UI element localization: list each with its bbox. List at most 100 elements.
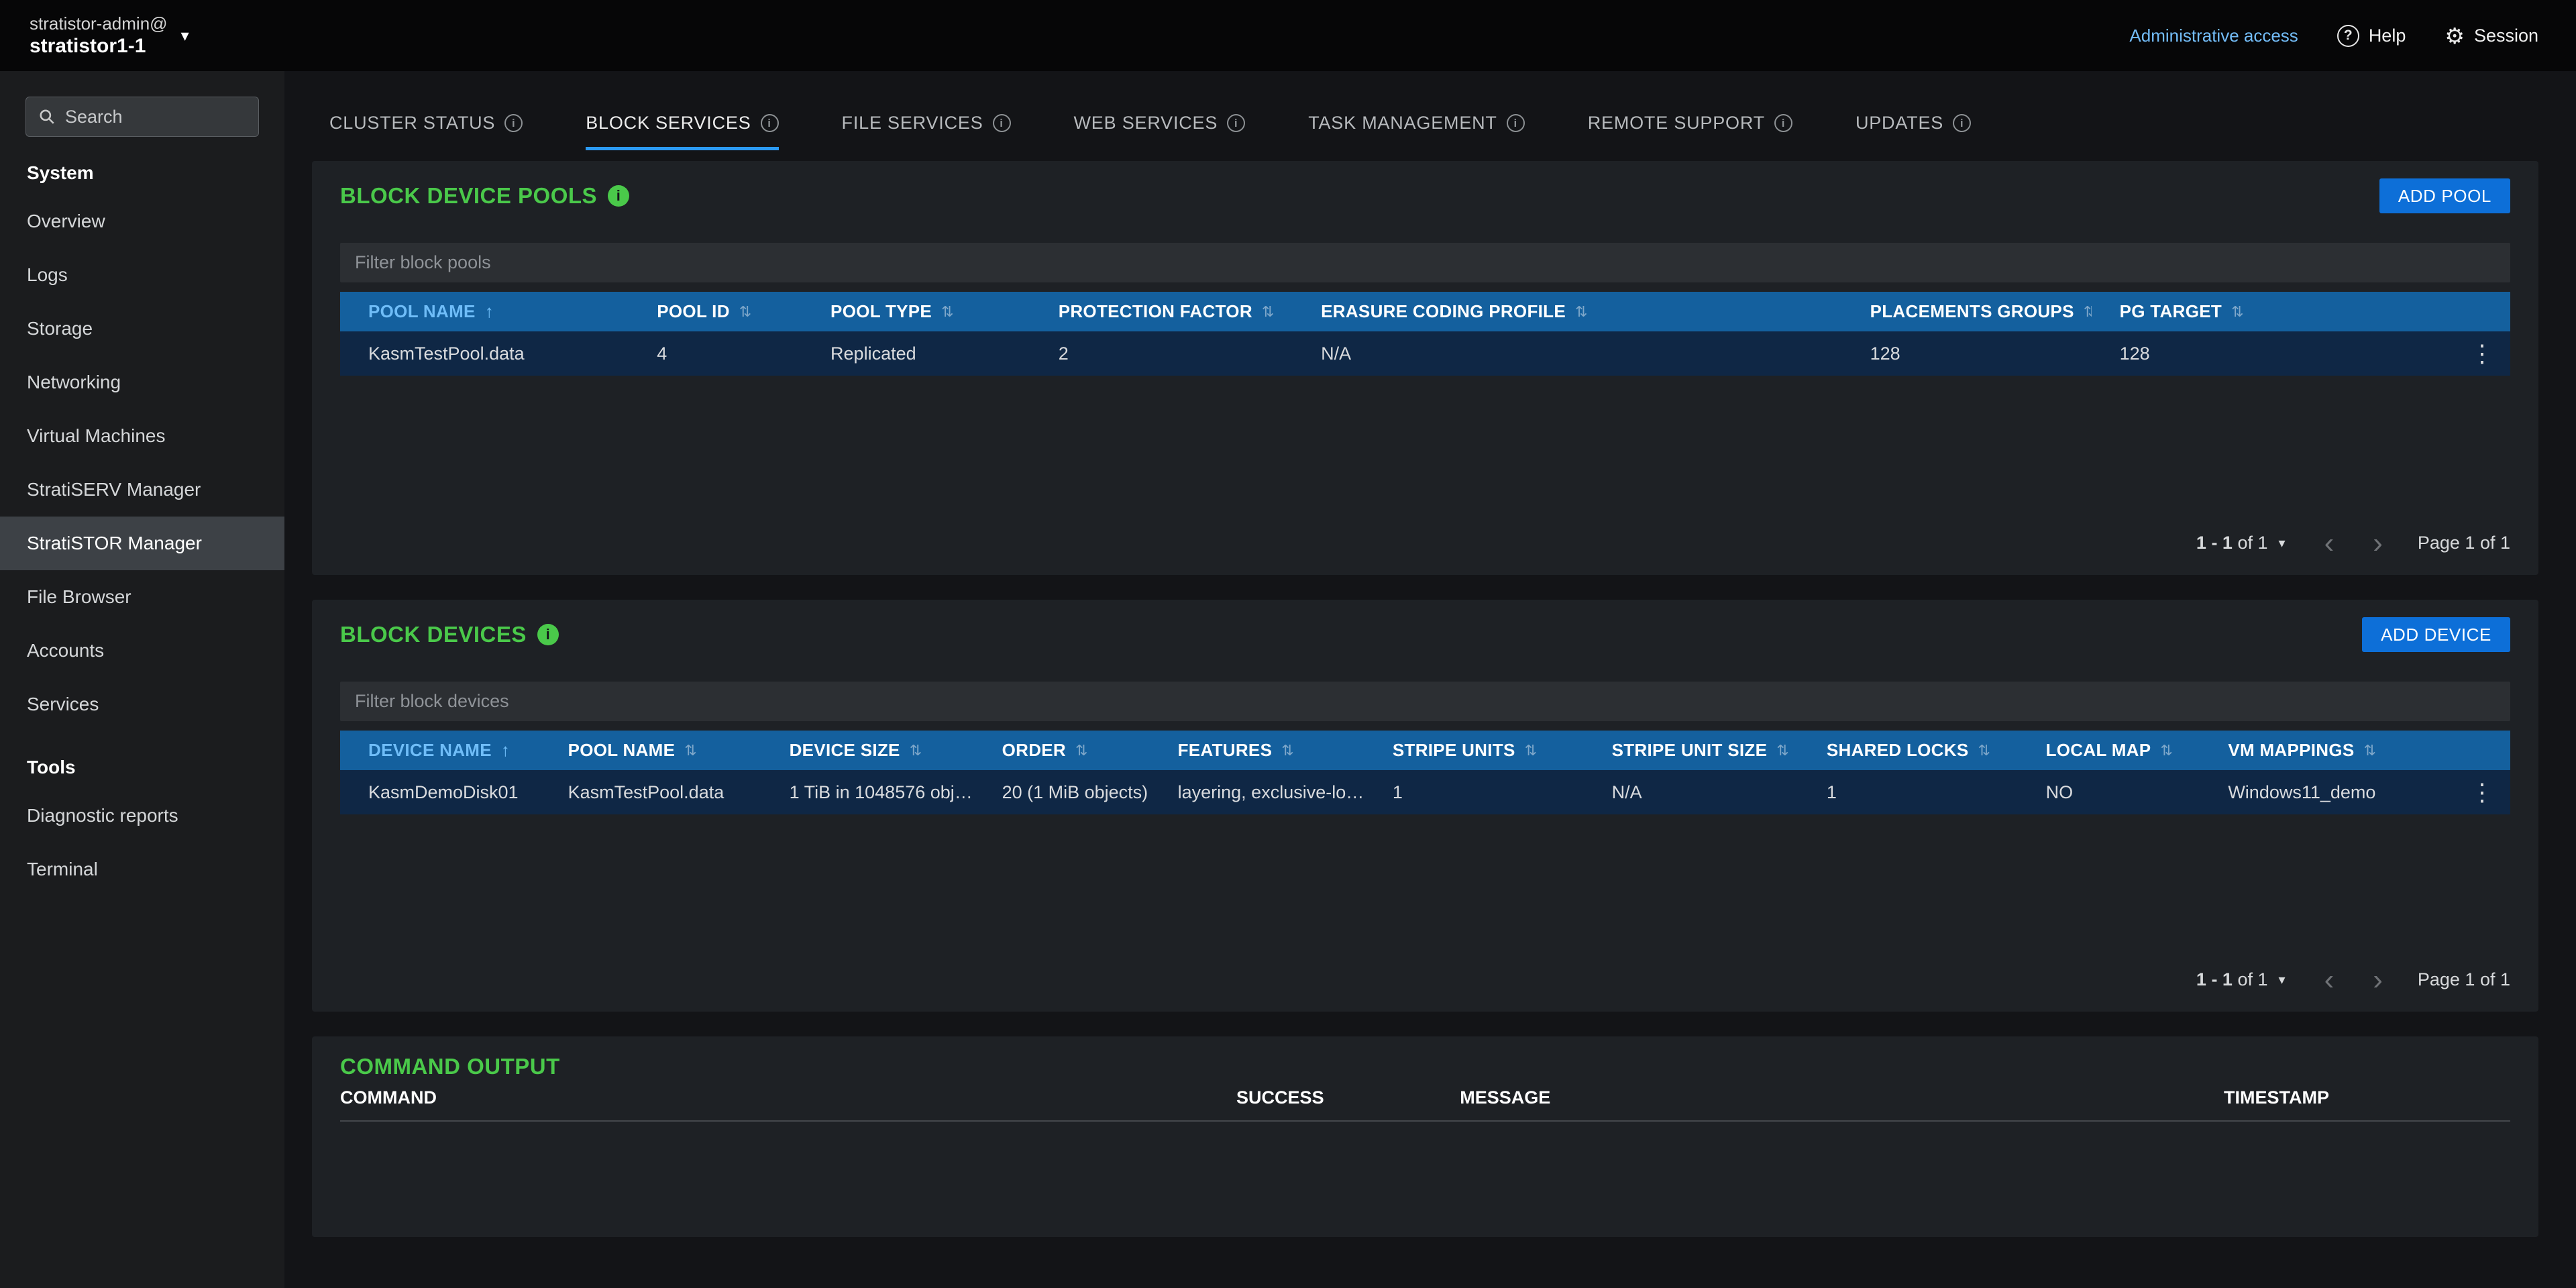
- tab-file-services[interactable]: FILE SERVICES i: [842, 113, 1011, 150]
- sidebar-item-logs[interactable]: Logs: [0, 248, 284, 302]
- column-placements-groups[interactable]: PLACEMENTS GROUPS ⇅: [1842, 301, 2092, 322]
- info-icon[interactable]: i: [608, 185, 629, 207]
- command-output-empty-body: [340, 1122, 2510, 1220]
- tab-updates[interactable]: UPDATES i: [1856, 113, 1971, 150]
- column-pool-name[interactable]: POOL NAME ↑: [340, 301, 629, 322]
- next-page-icon[interactable]: ›: [2373, 537, 2383, 550]
- tab-cluster-status[interactable]: CLUSTER STATUS i: [329, 113, 523, 150]
- cell-device-size: 1 TiB in 1048576 objects: [761, 782, 974, 803]
- cell-device-name: KasmDemoDisk01: [340, 782, 540, 803]
- session-menu[interactable]: ⚙ Session: [2445, 25, 2538, 47]
- previous-page-icon[interactable]: ‹: [2324, 537, 2334, 550]
- sidebar-item-services[interactable]: Services: [0, 678, 284, 731]
- previous-page-icon[interactable]: ‹: [2324, 973, 2334, 987]
- chevron-down-icon[interactable]: ▾: [2279, 535, 2286, 551]
- sidebar-search[interactable]: [25, 97, 259, 137]
- sidebar-item-networking[interactable]: Networking: [0, 356, 284, 409]
- pagination-range[interactable]: 1 - 1 of 1: [2196, 969, 2268, 990]
- sort-icon: ⇅: [684, 742, 697, 759]
- info-icon: i: [1227, 114, 1245, 132]
- row-kebab-menu-icon[interactable]: ⋮: [2454, 780, 2510, 804]
- info-icon: i: [1774, 114, 1792, 132]
- column-stripe-units[interactable]: STRIPE UNITS ⇅: [1364, 740, 1584, 761]
- sidebar: System Overview Logs Storage Networking …: [0, 71, 284, 1288]
- cell-local-map: NO: [2018, 782, 2200, 803]
- host-switcher[interactable]: stratistor-admin@ stratistor1-1 ▾: [30, 13, 189, 58]
- help-icon: ?: [2337, 25, 2359, 47]
- sidebar-item-virtual-machines[interactable]: Virtual Machines: [0, 409, 284, 463]
- column-pool-type[interactable]: POOL TYPE ⇅: [802, 301, 1030, 322]
- column-features[interactable]: FEATURES ⇅: [1150, 740, 1364, 761]
- column-local-map[interactable]: LOCAL MAP ⇅: [2018, 740, 2200, 761]
- tab-label: FILE SERVICES: [842, 113, 983, 133]
- sort-icon: ⇅: [1525, 742, 1538, 759]
- sort-icon: ⇅: [2160, 742, 2173, 759]
- pool-table-row[interactable]: KasmTestPool.data 4 Replicated 2 N/A 128…: [340, 331, 2510, 376]
- masthead: stratistor-admin@ stratistor1-1 ▾ Admini…: [0, 0, 2576, 71]
- sidebar-item-stratistor-manager[interactable]: StratiSTOR Manager: [0, 517, 284, 570]
- column-label: POOL NAME: [368, 301, 476, 322]
- column-shared-locks[interactable]: SHARED LOCKS ⇅: [1799, 740, 2018, 761]
- pools-panel-title: BLOCK DEVICE POOLS i: [340, 183, 629, 209]
- sidebar-item-overview[interactable]: Overview: [0, 195, 284, 248]
- chevron-down-icon: ▾: [181, 26, 189, 46]
- search-input[interactable]: [65, 107, 246, 127]
- pagination-range[interactable]: 1 - 1 of 1: [2196, 533, 2268, 553]
- sidebar-item-file-browser[interactable]: File Browser: [0, 570, 284, 624]
- sort-icon: ⇅: [1776, 742, 1789, 759]
- row-kebab-menu-icon[interactable]: ⋮: [2454, 341, 2510, 366]
- column-device-size[interactable]: DEVICE SIZE ⇅: [761, 740, 974, 761]
- cell-stripe-unit-size: N/A: [1584, 782, 1799, 803]
- sidebar-item-accounts[interactable]: Accounts: [0, 624, 284, 678]
- tab-bar: CLUSTER STATUS i BLOCK SERVICES i FILE S…: [312, 113, 2538, 150]
- column-pg-target[interactable]: PG TARGET ⇅: [2092, 301, 2454, 322]
- add-pool-button[interactable]: ADD POOL: [2379, 178, 2510, 213]
- tab-remote-support[interactable]: REMOTE SUPPORT i: [1588, 113, 1792, 150]
- column-pool-name[interactable]: POOL NAME ⇅: [540, 740, 761, 761]
- sort-ascending-icon: ↑: [485, 301, 494, 322]
- tab-block-services[interactable]: BLOCK SERVICES i: [586, 113, 778, 150]
- sidebar-item-terminal[interactable]: Terminal: [0, 843, 284, 896]
- chevron-down-icon[interactable]: ▾: [2279, 971, 2286, 988]
- info-icon: i: [1953, 114, 1971, 132]
- column-label: DEVICE NAME: [368, 740, 492, 761]
- tab-web-services[interactable]: WEB SERVICES i: [1074, 113, 1246, 150]
- cell-pool-type: Replicated: [802, 343, 1030, 364]
- pools-table-header: POOL NAME ↑ POOL ID ⇅ POOL TYPE ⇅ PROTEC…: [340, 292, 2510, 331]
- column-pool-id[interactable]: POOL ID ⇅: [629, 301, 802, 322]
- column-vm-mappings[interactable]: VM MAPPINGS ⇅: [2200, 740, 2454, 761]
- administrative-access-link[interactable]: Administrative access: [2129, 25, 2298, 46]
- tab-task-management[interactable]: TASK MANAGEMENT i: [1308, 113, 1525, 150]
- next-page-icon[interactable]: ›: [2373, 973, 2383, 987]
- column-label: SHARED LOCKS: [1827, 740, 1969, 761]
- gear-icon: ⚙: [2445, 25, 2465, 47]
- devices-table-header: DEVICE NAME ↑ POOL NAME ⇅ DEVICE SIZE ⇅ …: [340, 731, 2510, 770]
- devices-filter-input[interactable]: [340, 682, 2510, 721]
- cell-vm-mappings: Windows11_demo: [2200, 782, 2454, 803]
- sort-icon: ⇅: [1978, 742, 1990, 759]
- pagination-page-label: Page 1 of 1: [2418, 533, 2510, 553]
- sidebar-item-storage[interactable]: Storage: [0, 302, 284, 356]
- sort-icon: ⇅: [2364, 742, 2377, 759]
- column-label: PG TARGET: [2120, 301, 2222, 322]
- add-device-button[interactable]: ADD DEVICE: [2362, 617, 2510, 652]
- sort-icon: ⇅: [1575, 303, 1588, 321]
- cell-pool-name: KasmTestPool.data: [340, 343, 629, 364]
- pools-filter-input[interactable]: [340, 243, 2510, 282]
- column-stripe-unit-size[interactable]: STRIPE UNIT SIZE ⇅: [1584, 740, 1799, 761]
- column-label: POOL TYPE: [830, 301, 932, 322]
- column-protection-factor[interactable]: PROTECTION FACTOR ⇅: [1030, 301, 1293, 322]
- device-table-row[interactable]: KasmDemoDisk01 KasmTestPool.data 1 TiB i…: [340, 770, 2510, 814]
- sidebar-item-stratiserv-manager[interactable]: StratiSERV Manager: [0, 463, 284, 517]
- column-order[interactable]: ORDER ⇅: [974, 740, 1150, 761]
- cell-stripe-units: 1: [1364, 782, 1584, 803]
- sidebar-item-diagnostic-reports[interactable]: Diagnostic reports: [0, 789, 284, 843]
- help-menu[interactable]: ? Help: [2337, 25, 2406, 47]
- info-icon: i: [993, 114, 1011, 132]
- column-device-name[interactable]: DEVICE NAME ↑: [340, 740, 540, 761]
- command-output-header: COMMAND SUCCESS MESSAGE TIMESTAMP: [340, 1087, 2510, 1122]
- command-output-title: COMMAND OUTPUT: [340, 1054, 2510, 1079]
- column-erasure-coding-profile[interactable]: ERASURE CODING PROFILE ⇅: [1293, 301, 1841, 322]
- cell-pool-id: 4: [629, 343, 802, 364]
- info-icon[interactable]: i: [537, 624, 559, 645]
